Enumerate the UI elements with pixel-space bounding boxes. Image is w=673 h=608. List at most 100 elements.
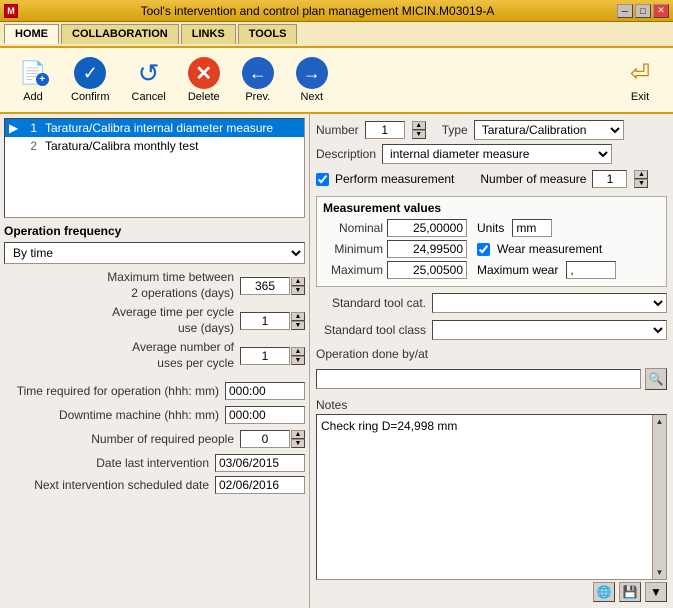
nominal-input[interactable] (387, 219, 467, 237)
prev-button[interactable]: ← Prev. (233, 52, 283, 108)
required-time-row: Time required for operation (hhh: mm) (4, 382, 305, 400)
maximum-input[interactable] (387, 261, 467, 279)
people-input[interactable] (240, 430, 290, 448)
people-up[interactable]: ▲ (291, 430, 305, 439)
measurement-title: Measurement values (323, 201, 660, 215)
search-button[interactable]: 🔍 (645, 368, 667, 390)
globe-icon-button[interactable]: 🌐 (593, 582, 615, 602)
number-type-row: Number ▲ ▼ Type Taratura/Calibration Mai… (316, 120, 667, 140)
avg-uses-label: Average number ofuses per cycle (4, 340, 240, 371)
perform-label: Perform measurement (335, 172, 454, 186)
delete-button[interactable]: ✕ Delete (179, 52, 229, 108)
op-done-label: Operation done by/at (316, 347, 428, 361)
maximum-label: Maximum (323, 263, 383, 277)
num-measure-down[interactable]: ▼ (634, 179, 648, 188)
title-bar: M Tool's intervention and control plan m… (0, 0, 673, 22)
operation-list[interactable]: ▶ 1 Taratura/Calibra internal diameter m… (4, 118, 305, 218)
people-down[interactable]: ▼ (291, 439, 305, 448)
num-measure-label: Number of measure (480, 172, 586, 186)
nominal-row: Nominal Units (323, 219, 660, 237)
down-icon-button[interactable]: ▼ (645, 582, 667, 602)
avg-uses-down[interactable]: ▼ (291, 356, 305, 365)
maximum-row: Maximum Maximum wear (323, 261, 660, 279)
avg-uses-row: Average number ofuses per cycle ▲ ▼ (4, 340, 305, 371)
prev-label: Prev. (245, 91, 270, 103)
max-wear-input[interactable] (566, 261, 616, 279)
avg-time-input[interactable] (240, 312, 290, 330)
op-done-row: Operation done by/at (316, 347, 667, 361)
description-select[interactable]: internal diameter measure (382, 144, 612, 164)
max-time-down[interactable]: ▼ (291, 286, 305, 295)
notes-label: Notes (316, 398, 667, 412)
scrollbar[interactable]: ▲ ▼ (652, 415, 666, 579)
tab-collaboration[interactable]: COLLABORATION (61, 24, 179, 44)
required-time-input[interactable] (225, 382, 305, 400)
avg-uses-up[interactable]: ▲ (291, 347, 305, 356)
avg-uses-input[interactable] (240, 347, 290, 365)
max-time-row: Maximum time between2 operations (days) … (4, 270, 305, 301)
perform-checkbox[interactable] (316, 173, 329, 186)
num-measure-up[interactable]: ▲ (634, 170, 648, 179)
max-time-input[interactable] (240, 277, 290, 295)
minimum-label: Minimum (323, 242, 383, 256)
std-class-select[interactable] (432, 320, 667, 340)
add-icon: 📄 + (17, 57, 49, 89)
cancel-label: Cancel (132, 91, 166, 103)
wear-checkbox[interactable] (477, 243, 490, 256)
number-input[interactable] (365, 121, 405, 139)
confirm-icon: ✓ (74, 57, 106, 89)
downtime-row: Downtime machine (hhh: mm) (4, 406, 305, 424)
list-item[interactable]: 2 Taratura/Calibra monthly test (5, 137, 304, 155)
std-cat-select[interactable] (432, 293, 667, 313)
notes-content: Check ring D=24,998 mm (317, 415, 666, 437)
number-down[interactable]: ▼ (412, 130, 426, 139)
delete-icon: ✕ (188, 57, 220, 89)
exit-button[interactable]: ⏎ Exit (615, 52, 665, 108)
main-area: ▶ 1 Taratura/Calibra internal diameter m… (0, 114, 673, 608)
exit-icon: ⏎ (624, 57, 656, 89)
exit-label: Exit (631, 91, 649, 103)
list-item-text: Taratura/Calibra monthly test (45, 139, 198, 153)
description-row: Description internal diameter measure (316, 144, 667, 164)
confirm-button[interactable]: ✓ Confirm (62, 52, 119, 108)
description-label: Description (316, 147, 376, 161)
max-time-up[interactable]: ▲ (291, 277, 305, 286)
max-time-label: Maximum time between2 operations (days) (4, 270, 240, 301)
avg-time-up[interactable]: ▲ (291, 312, 305, 321)
op-done-input[interactable] (316, 369, 641, 389)
type-select[interactable]: Taratura/Calibration Maintenance Inspect… (474, 120, 624, 140)
last-date-label: Date last intervention (4, 456, 215, 470)
tab-tools[interactable]: TOOLS (238, 24, 298, 44)
list-item[interactable]: ▶ 1 Taratura/Calibra internal diameter m… (5, 119, 304, 137)
std-class-row: Standard tool class (316, 320, 667, 340)
std-class-label: Standard tool class (316, 323, 426, 337)
close-button[interactable]: ✕ (653, 4, 669, 18)
units-input[interactable] (512, 219, 552, 237)
next-date-row: Next intervention scheduled date (4, 476, 305, 494)
operation-frequency-group: Operation frequency By time By cycle Con… (4, 224, 305, 264)
next-button[interactable]: → Next (287, 52, 337, 108)
downtime-input[interactable] (225, 406, 305, 424)
add-button[interactable]: 📄 + Add (8, 52, 58, 108)
prev-icon: ← (242, 57, 274, 89)
confirm-label: Confirm (71, 91, 110, 103)
avg-time-down[interactable]: ▼ (291, 321, 305, 330)
required-time-label: Time required for operation (hhh: mm) (4, 384, 225, 398)
minimum-input[interactable] (387, 240, 467, 258)
number-up[interactable]: ▲ (412, 121, 426, 130)
save-icon-button[interactable]: 💾 (619, 582, 641, 602)
people-row: Number of required people ▲ ▼ (4, 430, 305, 448)
minimize-button[interactable]: ─ (617, 4, 633, 18)
std-cat-row: Standard tool cat. (316, 293, 667, 313)
operation-frequency-select[interactable]: By time By cycle Continuous (4, 242, 305, 264)
wear-label: Wear measurement (497, 242, 602, 256)
number-label: Number (316, 123, 359, 137)
cancel-button[interactable]: ↺ Cancel (123, 52, 175, 108)
next-date-input[interactable] (215, 476, 305, 494)
tab-links[interactable]: LINKS (181, 24, 236, 44)
num-measure-input[interactable] (592, 170, 627, 188)
last-date-input[interactable] (215, 454, 305, 472)
avg-time-row: Average time per cycleuse (days) ▲ ▼ (4, 305, 305, 336)
maximize-button[interactable]: □ (635, 4, 651, 18)
tab-home[interactable]: HOME (4, 24, 59, 44)
